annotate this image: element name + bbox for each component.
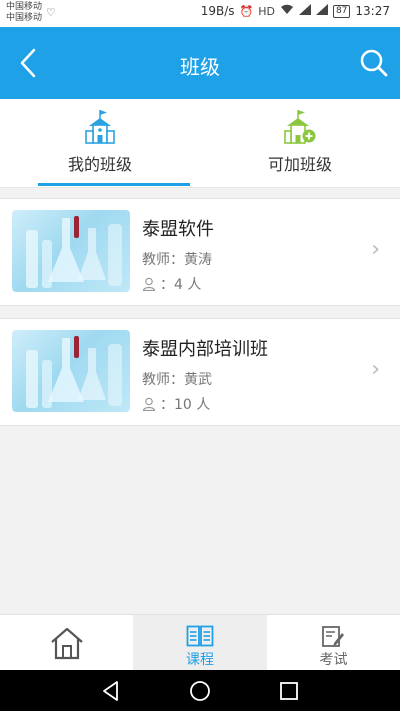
home-nav-icon[interactable] <box>188 679 212 703</box>
status-right: 19B/s ⏰ HD 87 13:27 <box>201 4 390 18</box>
class-thumbnail <box>12 330 130 412</box>
nav-exams[interactable]: 考试 <box>267 615 400 671</box>
network-speed: 19B/s <box>200 4 235 18</box>
class-member-count: ：10 人 <box>142 394 210 414</box>
wifi-icon <box>280 4 294 18</box>
battery-icon: 87 <box>332 4 351 18</box>
tab-my-classes-label: 我的班级 <box>67 155 132 174</box>
school-icon <box>85 110 115 144</box>
lab-glassware-image <box>26 336 122 408</box>
alarm-icon: ⏰ <box>239 4 254 18</box>
class-name: 泰盟内部培训班 <box>142 339 268 360</box>
school-add-icon <box>284 110 316 144</box>
tab-my-classes[interactable]: 我的班级 <box>0 99 200 187</box>
recents-nav-icon[interactable] <box>277 679 301 703</box>
carrier-2: 中国移动 <box>6 13 43 23</box>
lab-glassware-image <box>26 216 122 288</box>
carrier-1: 中国移动 <box>6 2 43 12</box>
home-icon <box>51 627 83 660</box>
tab-bar: 我的班级 可加班级 <box>0 99 400 188</box>
member-count-text: ：4 人 <box>160 277 202 293</box>
search-button[interactable] <box>354 43 394 83</box>
app-bar: 班级 <box>0 27 400 99</box>
nav-courses-label: 课程 <box>186 652 214 668</box>
class-teacher: 教师：黄武 <box>142 372 212 388</box>
chevron-right-icon: › <box>371 237 380 262</box>
person-icon <box>142 277 156 291</box>
system-nav-bar <box>0 670 400 711</box>
nav-home[interactable] <box>0 615 133 671</box>
class-teacher: 教师：黄涛 <box>142 252 212 268</box>
class-member-count: ：4 人 <box>142 274 201 294</box>
status-bar: 中国移动 中国移动 ♡ 19B/s ⏰ HD 87 13:27 <box>0 0 400 27</box>
page-title: 班级 <box>180 55 220 79</box>
back-nav-icon[interactable] <box>99 679 123 703</box>
signal-icon-2 <box>315 4 328 18</box>
tab-available-classes-label: 可加班级 <box>267 155 332 174</box>
bottom-nav: 课程 考试 <box>0 614 400 671</box>
active-tab-indicator <box>38 183 190 186</box>
search-icon <box>360 49 388 77</box>
member-count-text: ：10 人 <box>160 397 211 413</box>
class-name: 泰盟软件 <box>142 219 214 240</box>
chevron-right-icon: › <box>371 357 380 382</box>
exam-icon <box>322 626 344 647</box>
book-icon <box>186 625 214 647</box>
class-thumbnail <box>12 210 130 292</box>
class-card[interactable]: 泰盟内部培训班 教师：黄武 ：10 人 › <box>0 318 400 426</box>
hd-icon: HD <box>258 4 275 18</box>
clock: 13:27 <box>355 4 390 18</box>
nav-exams-label: 考试 <box>319 652 348 668</box>
tab-available-classes[interactable]: 可加班级 <box>200 99 400 187</box>
health-icon: ♡ <box>46 6 56 19</box>
carrier-info: 中国移动 中国移动 <box>6 2 42 24</box>
nav-courses[interactable]: 课程 <box>133 615 267 671</box>
signal-icon-1 <box>298 4 311 18</box>
class-card[interactable]: 泰盟软件 教师：黄涛 ：4 人 › <box>0 198 400 306</box>
person-icon <box>142 397 156 411</box>
